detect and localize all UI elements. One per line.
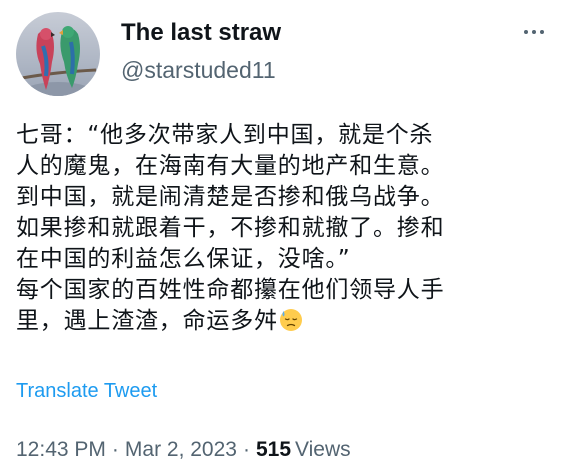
tweet-line-last: 里，遇上渣渣，命运多舛: [16, 306, 556, 337]
more-horizontal-icon: [540, 30, 544, 34]
meta-separator: ·: [111, 438, 119, 461]
translate-tweet-link[interactable]: Translate Tweet: [16, 378, 157, 404]
tweet-line: 在中国的利益怎么保证，没啥。”: [16, 246, 351, 272]
tweet-meta: 12:43 PM · Mar 2, 2023 · 515 Views: [16, 436, 351, 464]
author-handle[interactable]: @starstuded11: [121, 56, 276, 84]
tweet-line: 七哥：“他多次带家人到中国，就是个杀: [16, 122, 434, 148]
tweet-date[interactable]: Mar 2, 2023: [125, 438, 237, 461]
tweet-line-text: 里，遇上渣渣，命运多舛: [16, 308, 278, 334]
meta-separator: ·: [242, 438, 250, 461]
more-horizontal-icon: [524, 30, 528, 34]
author-display-name[interactable]: The last straw: [121, 18, 281, 48]
tweet-line: 每个国家的百姓性命都攥在他们领导人手: [16, 277, 445, 303]
avatar[interactable]: [16, 12, 100, 96]
tweet-time[interactable]: 12:43 PM: [16, 438, 106, 461]
tweet-line: 如果掺和就跟着干，不掺和就撤了。掺和: [16, 215, 445, 241]
more-horizontal-icon: [532, 30, 536, 34]
parrots-avatar-image: [18, 26, 98, 96]
tweet-text: 七哥：“他多次带家人到中国，就是个杀 人的魔鬼，在海南有大量的地产和生意。 到中…: [16, 120, 556, 337]
tweet-line: 人的魔鬼，在海南有大量的地产和生意。: [16, 153, 445, 179]
downcast-face-with-sweat-emoji: [279, 309, 302, 331]
views-label: Views: [295, 438, 351, 461]
tweet-line: 到中国，就是闹清楚是否掺和俄乌战争。: [16, 184, 445, 210]
more-options-button[interactable]: [518, 20, 550, 44]
views-count[interactable]: 515: [256, 438, 291, 461]
